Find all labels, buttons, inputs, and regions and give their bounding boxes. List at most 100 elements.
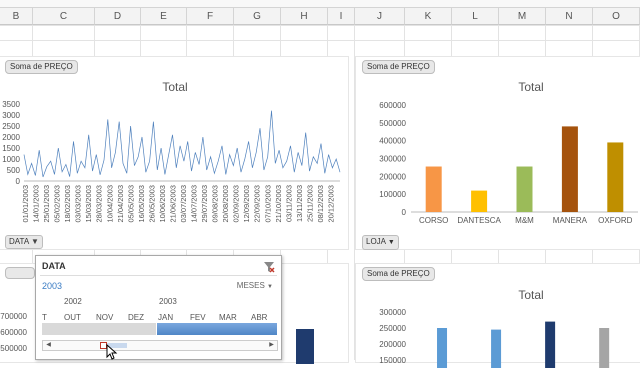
scroll-right-icon[interactable]: ▶ (267, 341, 276, 350)
y-tick-label: 200000 (379, 340, 406, 349)
bar (599, 328, 610, 368)
x-tick-label: 05/05/2003 (126, 185, 135, 223)
chart-title: Total (518, 80, 544, 94)
timeline-level-label: MESES (236, 281, 265, 290)
x-tick-label: 20/08/2003 (221, 185, 230, 223)
timeline-month-label[interactable]: MAR (219, 313, 237, 322)
bar-chart-plot: 600000 500000 400000 300000 200000 100000 0 COR… (379, 101, 638, 225)
y-tick-label: 600000 (0, 328, 27, 337)
y-tick-label: 400000 (379, 137, 406, 146)
bar (471, 190, 488, 212)
timeline-unselected-range[interactable] (42, 323, 156, 335)
column-header[interactable]: E (141, 8, 187, 25)
timeline-title: DATA (42, 261, 66, 271)
y-tick-label: 500 (7, 166, 21, 175)
y-tick-label: 2000 (2, 133, 20, 142)
timeline-selected-range[interactable] (157, 323, 277, 335)
column-header[interactable]: C (33, 8, 95, 25)
filter-icon: ▼ (30, 237, 39, 246)
column-header[interactable]: H (281, 8, 328, 25)
timeline-year-label: 2003 (159, 297, 177, 306)
y-tick-label: 300000 (379, 155, 406, 164)
y-tick-label: 150000 (379, 356, 406, 365)
filter-button-date[interactable]: DATA ▼ (5, 235, 43, 249)
y-tick-label: 250000 (379, 324, 406, 333)
x-tick-label: M&M (515, 216, 534, 225)
timeline-month-label[interactable]: T (42, 313, 47, 322)
field-button-sum-price[interactable]: Soma de PREÇO (362, 60, 435, 74)
column-header[interactable]: O (593, 8, 640, 25)
column-header[interactable]: D (95, 8, 141, 25)
bar (296, 329, 314, 364)
timeline-selected-period: 2003 (42, 281, 63, 291)
y-tick-label: 0 (402, 208, 407, 217)
x-tick-label: 22/09/2003 (253, 185, 262, 223)
column-header[interactable]: K (405, 8, 452, 25)
chart-price-bottom[interactable]: Soma de PREÇO Total 300000 250000 200000 15… (355, 263, 640, 368)
y-tick-label: 500000 (0, 344, 27, 353)
x-tick-label: 29/07/2003 (200, 185, 209, 223)
bar (607, 142, 624, 212)
field-button-sum-price[interactable]: Soma de PREÇO (5, 60, 78, 74)
column-header[interactable]: M (499, 8, 546, 25)
bar (561, 126, 578, 212)
chart-price-by-store[interactable]: Soma de PREÇO Total 600000 500000 400000 30… (355, 56, 640, 250)
x-tick-label: 21/10/2003 (274, 185, 283, 223)
x-tick-label: 13/11/2003 (295, 185, 304, 222)
filter-button-store[interactable]: LOJA ▼ (362, 235, 399, 250)
x-tick-label: 25/01/2003 (42, 185, 51, 223)
chart-title: Total (518, 288, 544, 302)
y-tick-label: 3500 (2, 100, 20, 109)
series-line (23, 110, 341, 178)
line-chart-plot: 350030002500200015001000500001/01/2003 14… (2, 100, 341, 223)
bar (425, 166, 442, 212)
column-header[interactable]: B (0, 8, 33, 25)
timeline-month-label[interactable]: JAN (158, 313, 173, 322)
header-row-separator (0, 0, 640, 8)
chevron-down-icon: ▼ (267, 284, 273, 290)
x-tick-label: 01/01/2003 (21, 185, 30, 223)
mouse-cursor-icon (106, 343, 118, 365)
column-header[interactable]: F (187, 8, 234, 25)
clear-filter-icon[interactable] (263, 260, 275, 273)
x-tick-label: 07/10/2003 (263, 185, 272, 223)
x-tick-label: MANERA (553, 216, 588, 225)
timeline-month-label[interactable]: ABR (251, 313, 267, 322)
bar (437, 328, 448, 368)
bar (491, 329, 502, 368)
y-tick-label: 1000 (2, 155, 20, 164)
y-tick-label: 500000 (379, 119, 406, 128)
timeline-month-label[interactable]: FEV (190, 313, 206, 322)
column-header[interactable]: G (234, 8, 281, 25)
timeline-month-label[interactable]: NOV (96, 313, 113, 322)
column-header[interactable]: I (328, 8, 355, 25)
y-tick-label: 1500 (2, 144, 20, 153)
timeline-level-dropdown[interactable]: MESES ▼ (237, 281, 273, 290)
y-tick-label: 700000 (0, 312, 27, 321)
x-tick-label: 03/03/2003 (74, 185, 83, 223)
timeline-slicer-date[interactable]: DATA 2003 MESES ▼ 2002 2003 T OUT NOV DEZ JA… (35, 255, 282, 360)
y-tick-label: 3000 (2, 111, 20, 120)
timeline-scrollbar[interactable]: ◀ ▶ (42, 340, 278, 351)
timeline-year-label: 2002 (64, 297, 82, 306)
chevron-down-icon: ▼ (387, 239, 395, 246)
x-tick-label: 14/01/2003 (32, 185, 41, 223)
timeline-month-label[interactable]: DEZ (128, 313, 144, 322)
field-button-sum-price[interactable]: Soma de PREÇO (362, 267, 435, 281)
y-tick-label: 2500 (2, 122, 20, 131)
x-tick-label: 20/12/2003 (326, 185, 335, 223)
x-tick-label: 21/04/2003 (116, 185, 125, 223)
column-header[interactable]: J (355, 8, 405, 25)
column-header[interactable]: L (452, 8, 499, 25)
bar-chart-plot: 300000 250000 200000 150000 (379, 308, 610, 368)
chart-price-by-date[interactable]: Soma de PREÇO Total 3500 3000 2500 2000 1500… (0, 56, 349, 250)
x-tick-label: 10/06/2003 (158, 185, 167, 223)
bar (545, 321, 556, 368)
timeline-month-label[interactable]: OUT (64, 313, 81, 322)
y-tick-label: 0 (16, 177, 21, 186)
column-header[interactable]: N (546, 8, 593, 25)
x-tick-label: 14/07/2003 (190, 185, 199, 223)
scroll-left-icon[interactable]: ◀ (44, 341, 53, 350)
x-tick-label: 08/12/2003 (316, 185, 325, 223)
bar (516, 166, 533, 212)
